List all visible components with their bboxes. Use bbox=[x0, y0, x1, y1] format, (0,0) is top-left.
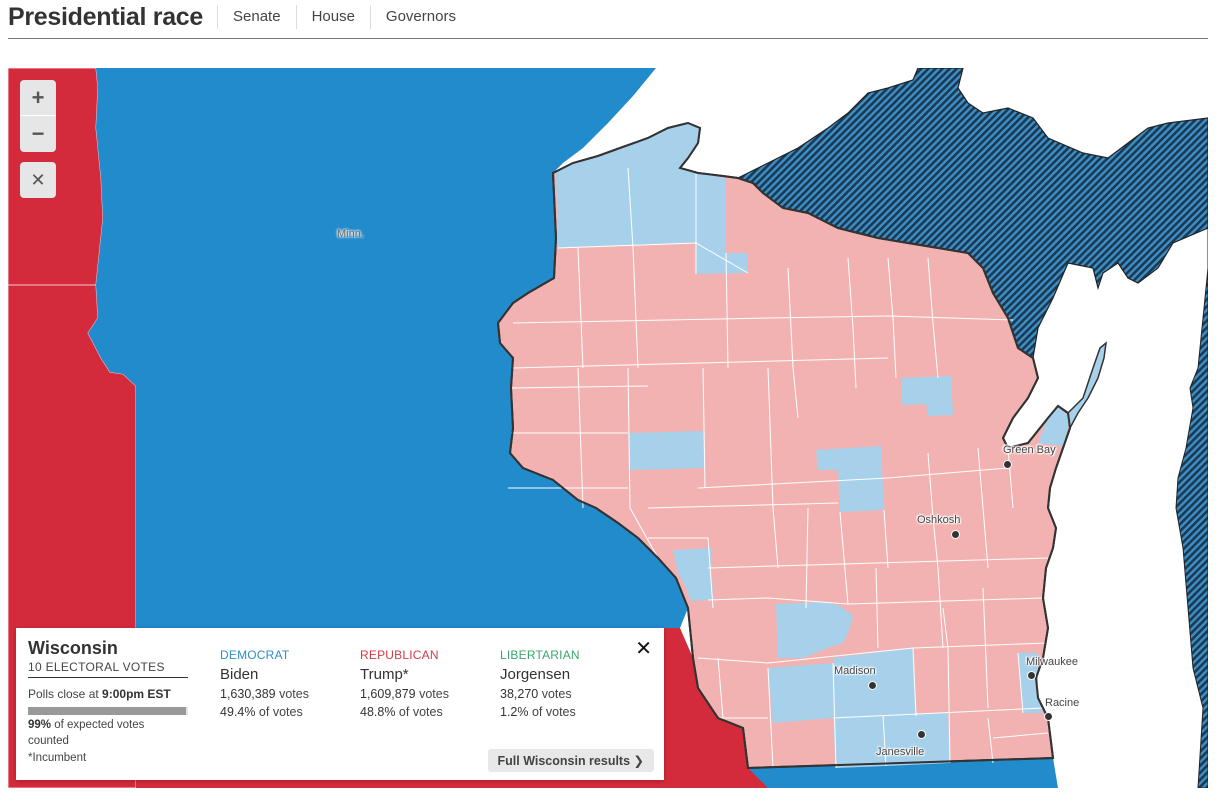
tab-senate[interactable]: Senate bbox=[217, 5, 296, 29]
party-label: DEMOCRAT bbox=[220, 648, 290, 662]
vote-count: 1,630,389 bbox=[220, 687, 276, 701]
vote-count: 38,270 bbox=[500, 687, 539, 701]
race-nav-header: Presidential race Senate House Governors bbox=[8, 0, 1208, 39]
incumbent-note: *Incumbent bbox=[28, 752, 87, 764]
county-iowa[interactable] bbox=[768, 663, 833, 723]
state-michigan-lower[interactable] bbox=[1175, 198, 1208, 788]
vote-pct: 49.4% bbox=[220, 705, 256, 719]
votes-counted-text: 99% of expected votes counted bbox=[28, 717, 188, 749]
pct-suffix: of votes bbox=[255, 705, 303, 719]
polls-close-prefix: Polls close at bbox=[28, 687, 103, 701]
pct-suffix: of votes bbox=[395, 705, 443, 719]
polls-close: Polls close at 9:00pm EST bbox=[28, 687, 188, 701]
plus-icon: + bbox=[31, 84, 45, 110]
zoom-out-button[interactable]: − bbox=[20, 116, 56, 152]
candidate-pct: 49.4% of votes bbox=[220, 705, 350, 719]
votes-counted-pct: 99% bbox=[28, 719, 52, 731]
vote-pct: 48.8% bbox=[360, 705, 396, 719]
electoral-votes: 10 ELECTORAL VOTES bbox=[28, 660, 188, 678]
zoom-controls: + − ✕ bbox=[20, 80, 56, 198]
minus-icon: − bbox=[31, 121, 45, 146]
city-marker-green-bay bbox=[1003, 460, 1012, 469]
city-label-milwaukee: Milwaukee bbox=[1026, 656, 1078, 668]
candidate-votes: 1,630,389 votes bbox=[220, 687, 350, 701]
vote-count: 1,609,879 bbox=[360, 687, 416, 701]
votes-counted-progress-fill bbox=[28, 707, 187, 715]
page-title: Presidential race bbox=[8, 2, 204, 31]
city-label-racine: Racine bbox=[1045, 697, 1080, 709]
tab-governors[interactable]: Governors bbox=[369, 5, 471, 29]
candidate-name: Trump* bbox=[360, 666, 409, 683]
candidate-votes: 1,609,879 votes bbox=[360, 687, 490, 701]
vote-suffix: votes bbox=[415, 687, 449, 701]
candidate-pct: 48.8% of votes bbox=[360, 705, 490, 719]
reset-zoom-button[interactable]: ✕ bbox=[20, 162, 56, 198]
vote-suffix: votes bbox=[538, 687, 572, 701]
full-results-button[interactable]: Full Wisconsin results ❯ bbox=[487, 749, 654, 772]
candidate-libertarian: LIBERTARIAN Jorgensen 38,270 votes 1.2% … bbox=[500, 648, 630, 719]
city-label-janesville: Janesville bbox=[876, 746, 925, 758]
city-label-madison: Madison bbox=[834, 665, 876, 677]
state-name: Wisconsin bbox=[28, 638, 118, 658]
votes-counted-progress-bar bbox=[28, 707, 188, 715]
candidate-name: Biden bbox=[220, 666, 259, 683]
polls-close-time: 9:00pm EST bbox=[102, 687, 171, 701]
city-marker-racine bbox=[1044, 712, 1053, 721]
tab-house[interactable]: House bbox=[295, 5, 370, 29]
zoom-in-button[interactable]: + bbox=[20, 80, 56, 116]
city-marker-madison bbox=[868, 681, 877, 690]
pct-suffix: of votes bbox=[528, 705, 576, 719]
city-label-green-bay: Green Bay bbox=[1003, 444, 1056, 456]
county-rock[interactable] bbox=[883, 713, 950, 766]
county-green[interactable] bbox=[833, 716, 886, 768]
city-label-oshkosh: Oshkosh bbox=[917, 514, 961, 526]
candidate-democrat: DEMOCRAT Biden 1,630,389 votes 49.4% of … bbox=[220, 648, 350, 719]
party-label: REPUBLICAN bbox=[360, 648, 439, 662]
vote-suffix: votes bbox=[275, 687, 309, 701]
party-label: LIBERTARIAN bbox=[500, 648, 580, 662]
city-marker-milwaukee bbox=[1027, 671, 1036, 680]
candidate-republican: REPUBLICAN Trump* 1,609,879 votes 48.8% … bbox=[360, 648, 490, 719]
candidate-pct: 1.2% of votes bbox=[500, 705, 630, 719]
candidate-name: Jorgensen bbox=[500, 666, 571, 683]
county-west-central-blue[interactable] bbox=[628, 431, 705, 470]
city-marker-oshkosh bbox=[951, 530, 960, 539]
close-popup-button[interactable]: ✕ bbox=[635, 636, 652, 661]
state-label-minnesota: Minn. bbox=[337, 228, 364, 240]
vote-pct: 1.2% bbox=[500, 705, 529, 719]
state-summary: Wisconsin 10 ELECTORAL VOTES Polls close… bbox=[28, 638, 188, 764]
candidate-votes: 38,270 votes bbox=[500, 687, 630, 701]
county-door[interactable] bbox=[1067, 341, 1107, 431]
close-icon: ✕ bbox=[635, 638, 652, 660]
close-icon: ✕ bbox=[30, 169, 46, 190]
state-results-popup: Wisconsin 10 ELECTORAL VOTES Polls close… bbox=[16, 628, 664, 780]
city-marker-janesville bbox=[917, 730, 926, 739]
